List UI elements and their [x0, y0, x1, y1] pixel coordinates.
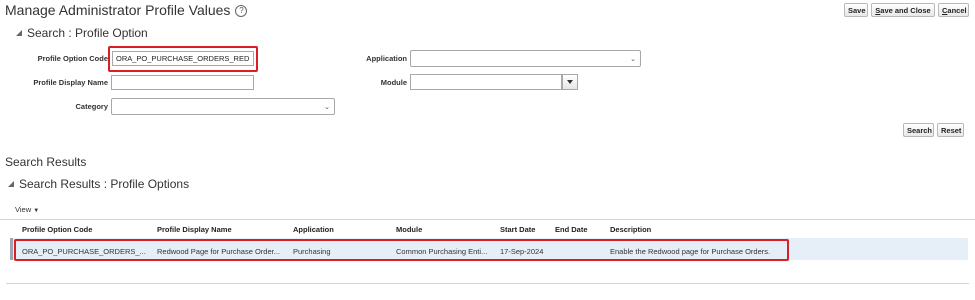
column-header-code[interactable]: Profile Option Code	[22, 225, 92, 234]
reset-button[interactable]: Reset	[937, 123, 964, 137]
module-label: Module	[380, 78, 407, 87]
category-select[interactable]: ⌄	[111, 98, 335, 115]
dropdown-arrow-icon	[567, 80, 573, 84]
cancel-button[interactable]: Cancel	[938, 3, 969, 17]
module-input[interactable]	[410, 74, 562, 90]
collapse-triangle-icon	[8, 181, 14, 187]
search-results-subheading[interactable]: Search Results : Profile Options	[8, 177, 189, 191]
column-header-application[interactable]: Application	[293, 225, 334, 234]
search-section-heading[interactable]: Search : Profile Option	[16, 26, 148, 40]
table-bottom-divider	[6, 283, 969, 284]
highlight-box-row	[14, 239, 789, 261]
profile-display-name-label: Profile Display Name	[33, 78, 108, 87]
application-label: Application	[366, 54, 407, 63]
category-label: Category	[75, 102, 108, 111]
profile-option-code-label: Profile Option Code	[37, 54, 108, 63]
application-select[interactable]: ⌄	[410, 50, 641, 67]
view-menu-arrow-icon: ▼	[33, 208, 40, 214]
column-header-description[interactable]: Description	[610, 225, 651, 234]
chevron-down-icon: ⌄	[324, 104, 330, 111]
chevron-down-icon: ⌄	[630, 56, 636, 63]
highlight-box-code	[108, 46, 258, 72]
column-header-end-date[interactable]: End Date	[555, 225, 588, 234]
column-header-display-name[interactable]: Profile Display Name	[157, 225, 232, 234]
table-top-divider	[0, 219, 975, 220]
collapse-triangle-icon	[16, 30, 22, 36]
save-button[interactable]: Save	[844, 3, 868, 17]
profile-display-name-input[interactable]	[111, 75, 254, 90]
search-results-heading: Search Results	[5, 155, 87, 169]
save-and-close-button[interactable]: Save and Close	[871, 3, 935, 17]
column-header-module[interactable]: Module	[396, 225, 422, 234]
page-title: Manage Administrator Profile Values?	[5, 2, 248, 18]
help-icon[interactable]: ?	[235, 5, 248, 17]
search-button[interactable]: Search	[903, 123, 934, 137]
view-menu[interactable]: View ▼	[15, 205, 39, 214]
module-dropdown-button[interactable]	[562, 74, 578, 90]
column-header-start-date[interactable]: Start Date	[500, 225, 535, 234]
